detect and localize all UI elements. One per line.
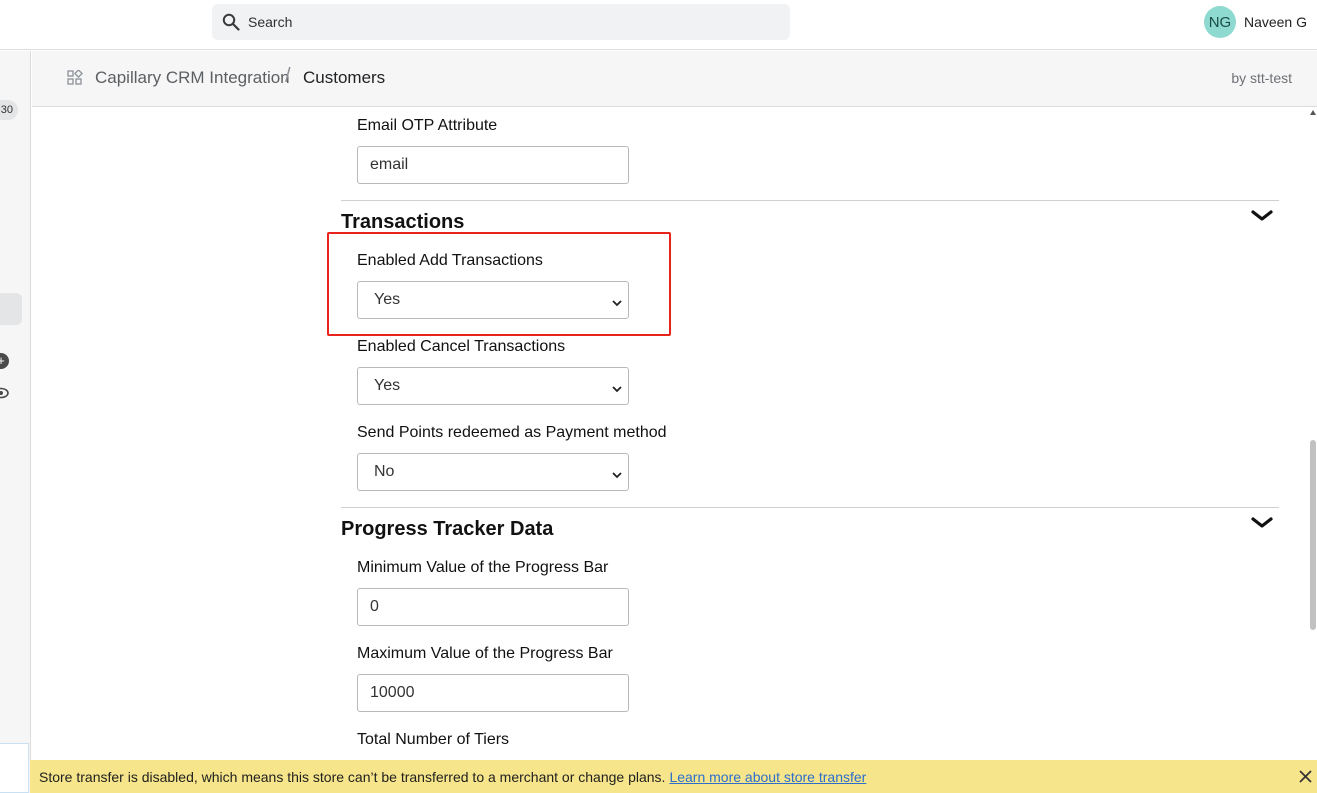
eye-icon[interactable]: [0, 385, 9, 401]
chevron-down-icon: [612, 295, 622, 307]
section-divider: [341, 507, 1279, 508]
section-divider: [341, 200, 1279, 201]
select-value: No: [374, 463, 395, 480]
settings-form: Email OTP Attribute email Transactions E…: [32, 108, 1309, 760]
app-developer: by stt-test: [1231, 70, 1292, 86]
enabled-cancel-transactions-label: Enabled Cancel Transactions: [357, 338, 566, 355]
user-menu[interactable]: NG Naveen G: [1203, 6, 1307, 38]
email-otp-label: Email OTP Attribute: [357, 117, 498, 134]
min-progress-input[interactable]: 0: [357, 588, 629, 626]
enabled-cancel-transactions-select[interactable]: Yes: [357, 367, 629, 405]
total-tiers-label: Total Number of Tiers: [357, 731, 510, 748]
sidebar: 30 +: [0, 51, 31, 793]
search-icon: [221, 12, 241, 32]
max-progress-input[interactable]: 10000: [357, 674, 629, 712]
scrollbar-thumb[interactable]: [1310, 440, 1316, 630]
chevron-down-icon: [612, 467, 622, 479]
max-progress-label: Maximum Value of the Progress Bar: [357, 645, 613, 662]
email-otp-input[interactable]: email: [357, 146, 629, 184]
enabled-add-transactions-label: Enabled Add Transactions: [357, 252, 543, 269]
enabled-add-transactions-select[interactable]: Yes: [357, 281, 629, 319]
scrollbar-track[interactable]: [1309, 108, 1317, 760]
send-points-label: Send Points redeemed as Payment method: [357, 424, 667, 441]
user-name: Naveen G: [1243, 14, 1307, 30]
chevron-down-icon[interactable]: [1250, 515, 1274, 531]
chevron-down-icon[interactable]: [1250, 208, 1274, 224]
app-header: Capillary CRM Integration / Customers by…: [32, 51, 1317, 107]
sidebar-count-badge: 30: [0, 100, 18, 120]
breadcrumb-app[interactable]: Capillary CRM Integration: [95, 68, 290, 88]
banner-message: Store transfer is disabled, which means …: [39, 768, 666, 785]
top-bar: Search NG Naveen G: [0, 0, 1317, 50]
search-bar[interactable]: Search: [212, 4, 790, 40]
search-placeholder: Search: [248, 14, 293, 30]
page-title: Customers: [303, 68, 386, 87]
avatar: NG: [1203, 6, 1236, 38]
scroll-up-arrow[interactable]: [1310, 110, 1316, 115]
select-value: Yes: [374, 291, 401, 308]
sidebar-bottom-panel: [0, 743, 29, 793]
breadcrumb-separator: /: [285, 65, 291, 87]
add-circle-icon[interactable]: +: [0, 353, 9, 369]
apps-icon: [67, 69, 83, 86]
select-value: Yes: [374, 377, 401, 394]
store-transfer-banner: Store transfer is disabled, which means …: [30, 760, 1317, 793]
sidebar-item-active[interactable]: [0, 293, 22, 325]
min-progress-label: Minimum Value of the Progress Bar: [357, 559, 609, 576]
send-points-select[interactable]: No: [357, 453, 629, 491]
close-icon[interactable]: [1298, 769, 1313, 784]
progress-section-title: Progress Tracker Data: [341, 518, 554, 540]
chevron-down-icon: [612, 381, 622, 393]
learn-more-link[interactable]: Learn more about store transfer: [669, 769, 866, 785]
transactions-section-title: Transactions: [341, 211, 465, 233]
